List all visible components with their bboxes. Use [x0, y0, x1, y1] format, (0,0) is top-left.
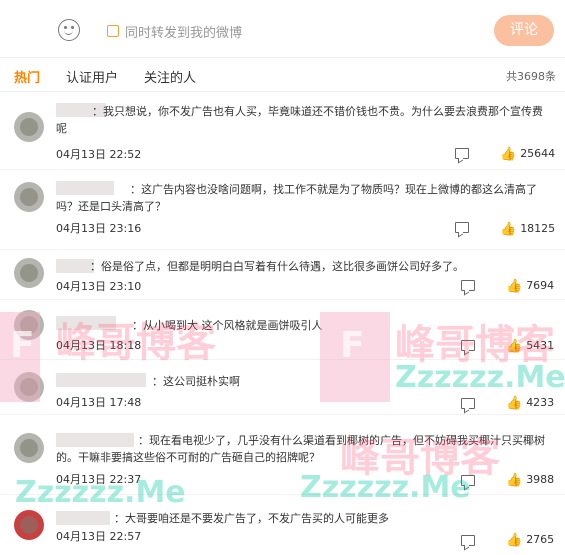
like-button[interactable]: 👍 25644 — [500, 147, 555, 162]
avatar[interactable] — [14, 182, 44, 212]
comment-item: ：我只想说，你不发广告也有人买，毕竟味道还不错价钱也不贵。为什么要去浪费那个宣传… — [0, 92, 565, 170]
reply-icon[interactable] — [461, 535, 475, 546]
repost-label: 同时转发到我的微博 — [125, 26, 243, 41]
like-count: 4233 — [526, 396, 555, 409]
tab-hot[interactable]: 热门 — [14, 67, 40, 86]
like-button[interactable]: 👍 18125 — [500, 222, 555, 237]
reply-icon[interactable] — [455, 222, 469, 233]
comment-item: ：俗是俗了点，但都是明明白白写着有什么待遇，这比很多画饼公司好多了。 04月13… — [0, 250, 565, 300]
thumbs-up-icon: 👍 — [506, 533, 523, 548]
comment-total: 共3698条 — [506, 70, 556, 83]
repost-checkbox[interactable] — [107, 25, 119, 37]
comment-item: ：这广告内容也没啥问题啊，找工作不就是为了物质吗？现在上微博的都这么清高了吗？还… — [0, 170, 565, 250]
avatar[interactable] — [14, 112, 44, 142]
thumbs-up-icon: 👍 — [506, 473, 523, 488]
submit-comment-button[interactable]: 评论 — [494, 15, 554, 46]
tab-following[interactable]: 关注的人 — [144, 67, 196, 86]
watermark-letter: F — [340, 325, 365, 366]
like-button[interactable]: 👍 4233 — [506, 396, 554, 411]
reply-icon[interactable] — [461, 280, 475, 291]
thumbs-up-icon: 👍 — [500, 147, 517, 162]
like-count: 7694 — [526, 279, 555, 292]
comment-text: ：我只想说，你不发广告也有人买，毕竟味道还不错价钱也不贵。为什么要去浪费那个宣传… — [56, 105, 543, 135]
watermark-url: Zzzzzz.Me — [15, 475, 186, 510]
comment-text: ：这广告内容也没啥问题啊，找工作不就是为了物质吗？现在上微博的都这么清高了吗？还… — [56, 183, 537, 213]
avatar[interactable] — [14, 258, 44, 288]
avatar[interactable] — [14, 433, 44, 463]
like-count: 18125 — [520, 222, 556, 235]
watermark-url: Zzzzzz.Me — [300, 470, 471, 505]
like-count: 25644 — [520, 147, 556, 160]
comment-tabs: 热门 认证用户 关注的人 共3698条 — [0, 58, 565, 92]
comment-time: 04月13日 22:57 — [56, 530, 142, 543]
comment-time: 04月13日 17:48 — [56, 396, 142, 409]
thumbs-up-icon: 👍 — [500, 222, 517, 237]
avatar[interactable] — [14, 510, 44, 540]
comment-time: 04月13日 23:10 — [56, 280, 142, 293]
like-button[interactable]: 👍 2765 — [506, 533, 554, 548]
like-count: 2765 — [526, 533, 555, 546]
tab-verified-users[interactable]: 认证用户 — [66, 67, 118, 86]
watermark-brand: 峰哥博客 — [56, 320, 216, 366]
reply-icon[interactable] — [455, 148, 469, 159]
comment-text: ：大哥要咱还是不要发广告了，不发广告买的人可能更多 — [114, 512, 389, 525]
comment-time: 04月13日 22:52 — [56, 148, 142, 161]
reply-icon[interactable] — [461, 398, 475, 409]
comment-time: 04月13日 23:16 — [56, 222, 142, 235]
comment-text: ：俗是俗了点，但都是明明白白写着有什么待遇，这比很多画饼公司好多了。 — [90, 260, 464, 273]
thumbs-up-icon: 👍 — [506, 279, 523, 294]
like-count: 3988 — [526, 473, 555, 486]
emoji-icon[interactable] — [58, 19, 80, 41]
like-button[interactable]: 👍 3988 — [506, 473, 554, 488]
watermark-letter: F — [10, 325, 35, 366]
comment-composer: 同时转发到我的微博 评论 — [0, 0, 565, 58]
like-button[interactable]: 👍 7694 — [506, 279, 554, 294]
thumbs-up-icon: 👍 — [506, 396, 523, 411]
watermark-url: Zzzzzz.Me — [395, 360, 565, 395]
